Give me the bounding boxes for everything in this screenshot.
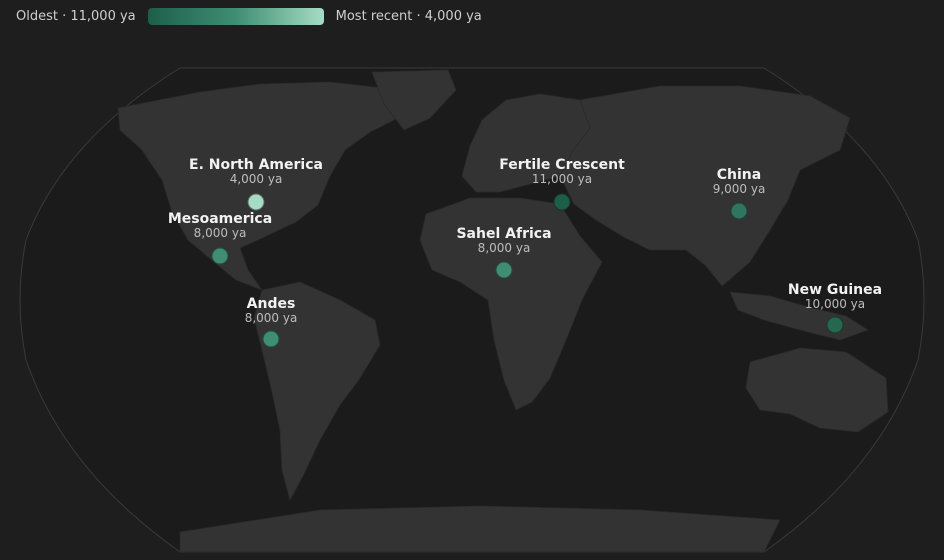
site-dot-china[interactable]	[730, 202, 748, 220]
site-name: New Guinea	[787, 282, 883, 298]
site-label-fertile-crescent: Fertile Crescent 11,000 ya	[499, 157, 625, 187]
site-age: 10,000 ya	[804, 297, 866, 312]
site-name: Mesoamerica	[167, 211, 273, 227]
site-label-mesoamerica: Mesoamerica 8,000 ya	[168, 211, 272, 241]
site-label-china: China 9,000 ya	[713, 167, 766, 197]
site-dot-e-north-america[interactable]	[247, 193, 265, 211]
world-map	[19, 67, 925, 553]
site-age: 11,000 ya	[531, 172, 593, 187]
site-name: Fertile Crescent	[499, 157, 625, 173]
site-name: Andes	[246, 296, 296, 312]
site-dot-fertile-crescent[interactable]	[553, 193, 571, 211]
site-label-e-north-america: E. North America 4,000 ya	[189, 157, 323, 187]
site-label-new-guinea: New Guinea 10,000 ya	[788, 282, 882, 312]
site-name: E. North America	[189, 157, 323, 173]
site-label-andes: Andes 8,000 ya	[245, 296, 298, 326]
site-label-sahel-africa: Sahel Africa 8,000 ya	[456, 226, 551, 256]
site-age: 8,000 ya	[477, 241, 531, 256]
site-name: Sahel Africa	[456, 226, 552, 242]
site-age: 9,000 ya	[712, 182, 766, 197]
site-dot-andes[interactable]	[262, 330, 280, 348]
site-dot-sahel-africa[interactable]	[495, 261, 513, 279]
site-age: 4,000 ya	[229, 172, 283, 187]
site-dot-new-guinea[interactable]	[826, 316, 844, 334]
site-age: 8,000 ya	[244, 311, 298, 326]
site-dot-mesoamerica[interactable]	[211, 247, 229, 265]
site-name: China	[716, 167, 762, 183]
site-age: 8,000 ya	[193, 226, 247, 241]
